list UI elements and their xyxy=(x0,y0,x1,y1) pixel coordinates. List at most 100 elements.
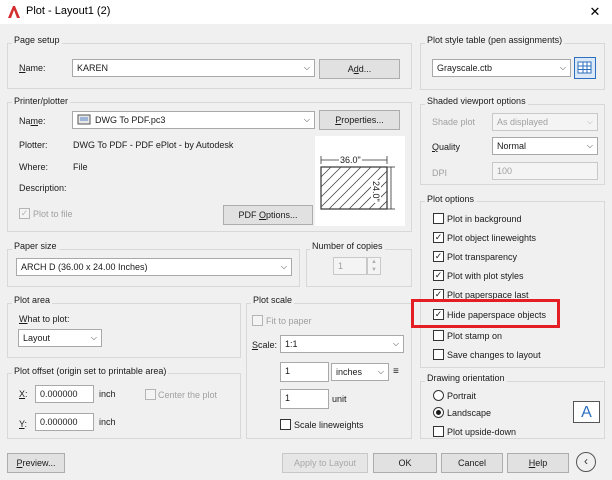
scale-drawing-unit-label: unit xyxy=(332,394,347,404)
page-setup-name-label: Name: xyxy=(19,63,46,73)
chevron-left-icon[interactable]: ‹ xyxy=(576,452,596,472)
offset-x-label: X: xyxy=(19,389,28,399)
chevron-down-icon: ⌵ xyxy=(377,367,384,376)
shade-plot-value: As displayed xyxy=(497,117,549,127)
cancel-button[interactable]: Cancel xyxy=(441,453,503,473)
printer-title: Printer/plotter xyxy=(12,96,71,106)
chevron-down-icon: ⌵ xyxy=(303,115,310,124)
spin-up-icon: ▲ xyxy=(371,259,377,265)
preview-width-label: 36.0" xyxy=(339,155,362,165)
offset-y-input[interactable]: 0.000000 xyxy=(35,413,94,431)
plot-transparency-checkbox[interactable]: ✓ xyxy=(433,251,444,262)
quality-combo[interactable]: Normal ⌵ xyxy=(492,137,598,155)
center-plot-label: Center the plot xyxy=(158,390,218,400)
plot-style-combo[interactable]: Grayscale.ctb ⌵ xyxy=(432,59,571,77)
pdf-plotter-icon xyxy=(77,114,91,125)
spin-down-icon: ▼ xyxy=(371,267,377,273)
center-plot-checkbox[interactable] xyxy=(145,389,156,400)
shade-plot-combo[interactable]: As displayed ⌵ xyxy=(492,113,598,131)
fit-to-paper-checkbox[interactable] xyxy=(252,315,263,326)
printer-name-combo[interactable]: DWG To PDF.pc3 ⌵ xyxy=(72,111,315,129)
plot-background-label: Plot in background xyxy=(447,214,522,224)
scale-lineweights-checkbox[interactable] xyxy=(280,419,291,430)
annotation-highlight xyxy=(411,299,560,328)
apply-to-layout-button[interactable]: Apply to Layout xyxy=(282,453,368,473)
upside-down-checkbox[interactable] xyxy=(433,426,444,437)
add-page-setup-button[interactable]: Add... xyxy=(319,59,400,79)
properties-button[interactable]: Properties... xyxy=(319,110,400,130)
shade-plot-label: Shade plot xyxy=(432,117,476,127)
chevron-down-icon: ⌵ xyxy=(303,63,310,72)
quality-value: Normal xyxy=(497,141,527,151)
plot-area-title: Plot area xyxy=(12,295,53,305)
scale-paper-units-input[interactable]: 1 xyxy=(280,362,329,382)
page-setup-name-combo[interactable]: KAREN ⌵ xyxy=(72,59,315,77)
orientation-title: Drawing orientation xyxy=(425,373,507,383)
offset-x-unit: inch xyxy=(99,389,116,399)
plot-background-checkbox[interactable] xyxy=(433,213,444,224)
plot-stamp-checkbox[interactable] xyxy=(433,330,444,341)
scale-lineweights-label: Scale lineweights xyxy=(294,420,364,430)
plot-to-file-label: Plot to file xyxy=(33,209,73,219)
printer-name-label: Name: xyxy=(19,116,46,126)
page-setup-title: Page setup xyxy=(12,35,62,45)
what-to-plot-label: What to plot: xyxy=(19,314,70,324)
plotter-label: Plotter: xyxy=(19,140,48,150)
plotter-value: DWG To PDF - PDF ePlot - by Autodesk xyxy=(73,140,234,150)
plot-stamp-label: Plot stamp on xyxy=(447,331,503,341)
description-label: Description: xyxy=(19,183,67,193)
preview-height-label: 24.0" xyxy=(371,180,381,203)
plot-style-title: Plot style table (pen assignments) xyxy=(425,35,565,45)
shaded-viewport-title: Shaded viewport options xyxy=(425,96,528,106)
plot-lineweights-label: Plot object lineweights xyxy=(447,233,537,243)
plot-style-value: Grayscale.ctb xyxy=(437,63,493,73)
pdf-options-button[interactable]: PDF Options... xyxy=(223,205,313,225)
copies-input[interactable]: 1 xyxy=(333,257,367,275)
copies-title: Number of copies xyxy=(310,241,385,251)
scale-combo[interactable]: 1:1 ⌵ xyxy=(280,335,404,353)
where-label: Where: xyxy=(19,162,49,172)
plot-to-file-checkbox[interactable]: ✓ xyxy=(19,208,30,219)
plot-scale-title: Plot scale xyxy=(251,295,295,305)
save-changes-checkbox[interactable] xyxy=(433,349,444,360)
plot-offset-title: Plot offset (origin set to printable are… xyxy=(12,366,169,376)
scale-drawing-units-input[interactable]: 1 xyxy=(280,389,329,409)
close-icon[interactable]: ✕ xyxy=(586,3,604,21)
landscape-radio[interactable] xyxy=(433,407,444,418)
landscape-A-icon: A xyxy=(573,401,600,423)
dpi-label: DPI xyxy=(432,168,448,178)
what-to-plot-combo[interactable]: Layout ⌵ xyxy=(18,329,102,347)
plot-options-title: Plot options xyxy=(425,194,477,204)
offset-y-label: Y: xyxy=(19,419,28,429)
equals-icon: ≡ xyxy=(393,366,399,377)
dpi-input[interactable]: 100 xyxy=(492,162,598,180)
window-title: Plot - Layout1 (2) xyxy=(26,5,111,17)
portrait-label: Portrait xyxy=(447,391,477,401)
portrait-radio[interactable] xyxy=(433,390,444,401)
what-to-plot-value: Layout xyxy=(23,333,51,343)
copies-spinner[interactable]: ▲ ▼ xyxy=(367,257,381,275)
chevron-down-icon: ⌵ xyxy=(586,141,593,150)
help-button[interactable]: Help xyxy=(507,453,569,473)
paper-size-combo[interactable]: ARCH D (36.00 x 24.00 Inches) ⌵ xyxy=(16,258,292,276)
preview-button[interactable]: Preview... xyxy=(7,453,65,473)
chevron-down-icon: ⌵ xyxy=(90,333,97,342)
chevron-down-icon: ⌵ xyxy=(586,117,593,126)
plot-lineweights-checkbox[interactable]: ✓ xyxy=(433,232,444,243)
chevron-down-icon: ⌵ xyxy=(392,339,399,348)
landscape-label: Landscape xyxy=(447,408,492,418)
paper-size-value: ARCH D (36.00 x 24.00 Inches) xyxy=(21,262,148,272)
offset-x-input[interactable]: 0.000000 xyxy=(35,385,94,403)
chevron-down-icon: ⌵ xyxy=(559,63,566,72)
save-changes-label: Save changes to layout xyxy=(447,350,541,360)
fit-to-paper-label: Fit to paper xyxy=(266,316,312,326)
table-grid-icon xyxy=(577,61,592,74)
edit-plot-style-icon[interactable] xyxy=(574,57,596,79)
scale-units-value: inches xyxy=(336,367,363,377)
scale-units-combo[interactable]: inches ⌵ xyxy=(331,363,389,381)
ok-button[interactable]: OK xyxy=(373,453,437,473)
upside-down-label: Plot upside-down xyxy=(447,427,517,437)
plot-with-styles-checkbox[interactable]: ✓ xyxy=(433,270,444,281)
paper-size-title: Paper size xyxy=(12,241,59,251)
scale-value: 1:1 xyxy=(285,339,298,349)
